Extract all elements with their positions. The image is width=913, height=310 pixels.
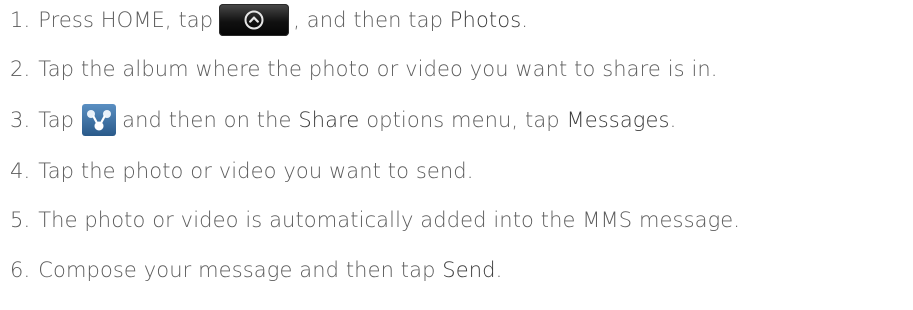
step-text: Tap the album where the photo or video y… — [38, 57, 718, 81]
step-text: Compose your message and then tap — [38, 258, 436, 282]
step-3: 3. Tap and then on the Share options men… — [10, 100, 676, 140]
step-6: 6. Compose your message and then tap Sen… — [10, 250, 502, 290]
share-icon — [82, 104, 117, 136]
step-text: . — [495, 258, 503, 282]
keyword-messages: Messages — [566, 108, 670, 132]
step-2: 2. Tap the album where the photo or vide… — [10, 49, 718, 89]
step-number: 3. — [10, 108, 31, 132]
step-text: Tap the photo or video you want to send. — [38, 159, 474, 183]
step-text: The photo or video is automatically adde… — [38, 208, 741, 232]
step-number: 6. — [10, 258, 31, 282]
step-text: . — [669, 108, 677, 132]
step-number: 5. — [10, 208, 31, 232]
step-text: , and then tap — [293, 8, 444, 32]
all-apps-button-icon — [219, 4, 290, 36]
step-5: 5. The photo or video is automatically a… — [10, 200, 740, 240]
step-number: 4. — [10, 159, 31, 183]
step-text: Press HOME, tap — [38, 8, 214, 32]
instruction-steps: 1. Press HOME, tap , and then tap Photos… — [0, 0, 913, 310]
keyword-photos: Photos — [449, 8, 522, 32]
keyword-share: Share — [298, 108, 360, 132]
step-text: Tap — [38, 108, 75, 132]
step-4: 4. Tap the photo or video you want to se… — [10, 151, 474, 191]
step-number: 1. — [10, 8, 31, 32]
step-text: . — [521, 8, 529, 32]
keyword-send: Send — [442, 258, 496, 282]
step-text: and then on the — [122, 108, 292, 132]
step-text: options menu, tap — [366, 108, 560, 132]
step-1: 1. Press HOME, tap , and then tap Photos… — [10, 0, 528, 40]
step-number: 2. — [10, 57, 31, 81]
